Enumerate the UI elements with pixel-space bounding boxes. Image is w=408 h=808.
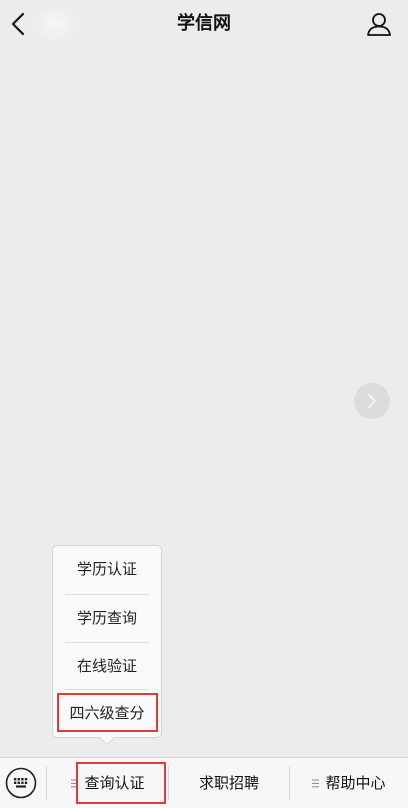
popup-arrow — [100, 737, 114, 744]
menu-lines-icon — [312, 779, 320, 788]
popup-item-degree-query[interactable]: 学历查询 — [63, 595, 151, 642]
popup-item-online-verification[interactable]: 在线验证 — [63, 643, 151, 690]
page-title: 学信网 — [177, 13, 231, 34]
menu-item-job-recruitment[interactable]: 求职招聘 — [169, 758, 289, 808]
header: 学信网 — [0, 0, 408, 48]
highlight-box-cet-score — [57, 693, 158, 732]
highlight-box-query-certification — [76, 762, 166, 804]
bar-divider — [46, 766, 47, 800]
menu-item-help-center[interactable]: 帮助中心 — [290, 758, 408, 808]
keyboard-icon[interactable] — [5, 767, 37, 799]
next-button[interactable] — [354, 383, 390, 419]
popup-item-degree-certification[interactable]: 学历认证 — [63, 546, 151, 593]
bottom-menu-bar: 查询认证 求职招聘 帮助中心 — [0, 757, 408, 808]
user-icon[interactable] — [366, 11, 392, 37]
menu-item-label: 帮助中心 — [325, 774, 386, 792]
chevron-right-icon — [368, 394, 376, 408]
